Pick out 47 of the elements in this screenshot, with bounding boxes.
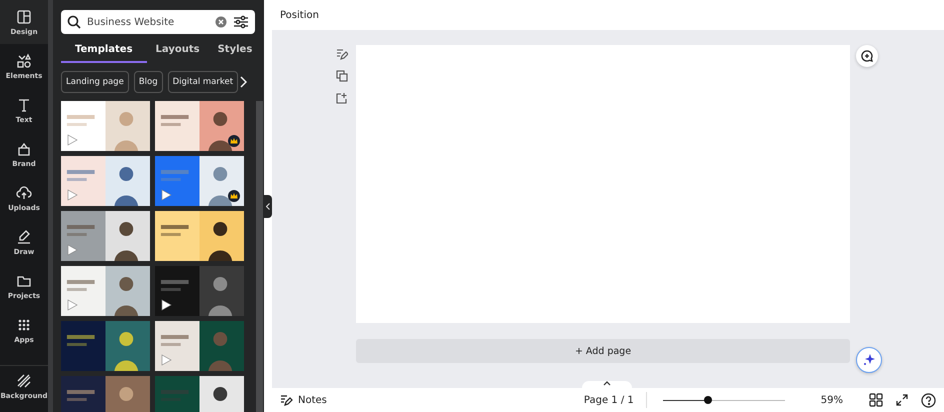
play-icon (161, 299, 172, 311)
pen-icon (16, 228, 32, 244)
category-chip[interactable]: Blog (134, 71, 163, 93)
search-icon (67, 15, 81, 29)
clear-icon[interactable] (215, 16, 227, 28)
play-icon (67, 299, 78, 311)
play-icon (161, 189, 172, 201)
comment-button[interactable] (856, 45, 878, 67)
add-page-icon[interactable] (336, 92, 348, 104)
position-button[interactable]: Position (280, 10, 319, 20)
category-chip[interactable]: Digital market (168, 71, 238, 93)
comment-icon (860, 49, 874, 63)
notes-button[interactable]: Notes (280, 394, 327, 406)
caret-up-icon (603, 381, 611, 386)
text-icon (16, 96, 32, 112)
fullscreen-icon[interactable] (895, 393, 909, 407)
category-chip[interactable]: Landing page (61, 71, 129, 93)
chevron-right-icon[interactable] (239, 76, 248, 88)
page-indicator[interactable]: Page 1 / 1 (584, 394, 634, 406)
tab[interactable]: Layouts (146, 40, 209, 63)
play-icon (67, 134, 78, 146)
grid-view-icon[interactable] (869, 393, 883, 407)
tab[interactable]: Styles (208, 40, 262, 63)
notes-icon (280, 394, 293, 406)
upload-icon (16, 184, 32, 200)
zoom-percentage[interactable]: 59% (820, 394, 843, 406)
duplicate-icon[interactable] (336, 70, 348, 82)
help-icon[interactable] (921, 392, 936, 408)
shapes-icon (16, 52, 32, 68)
add-page-button[interactable]: + Add page (356, 339, 850, 363)
layout-icon (16, 8, 32, 24)
crown-icon (228, 190, 240, 202)
apps-icon (16, 316, 32, 332)
tab[interactable]: Templates (61, 40, 147, 63)
hatch-icon (16, 372, 32, 388)
search-field[interactable]: Business Website (61, 10, 255, 34)
crown-icon (228, 135, 240, 147)
play-icon (67, 244, 78, 256)
play-icon (67, 189, 78, 201)
bag-icon (16, 140, 32, 156)
scrollbar[interactable] (256, 101, 263, 412)
filter-icon[interactable] (233, 15, 249, 29)
play-icon (161, 354, 172, 366)
sparkle-icon (862, 353, 876, 367)
magic-button[interactable] (856, 347, 882, 373)
expand-tab[interactable] (582, 381, 632, 388)
notes-icon[interactable] (336, 48, 348, 60)
